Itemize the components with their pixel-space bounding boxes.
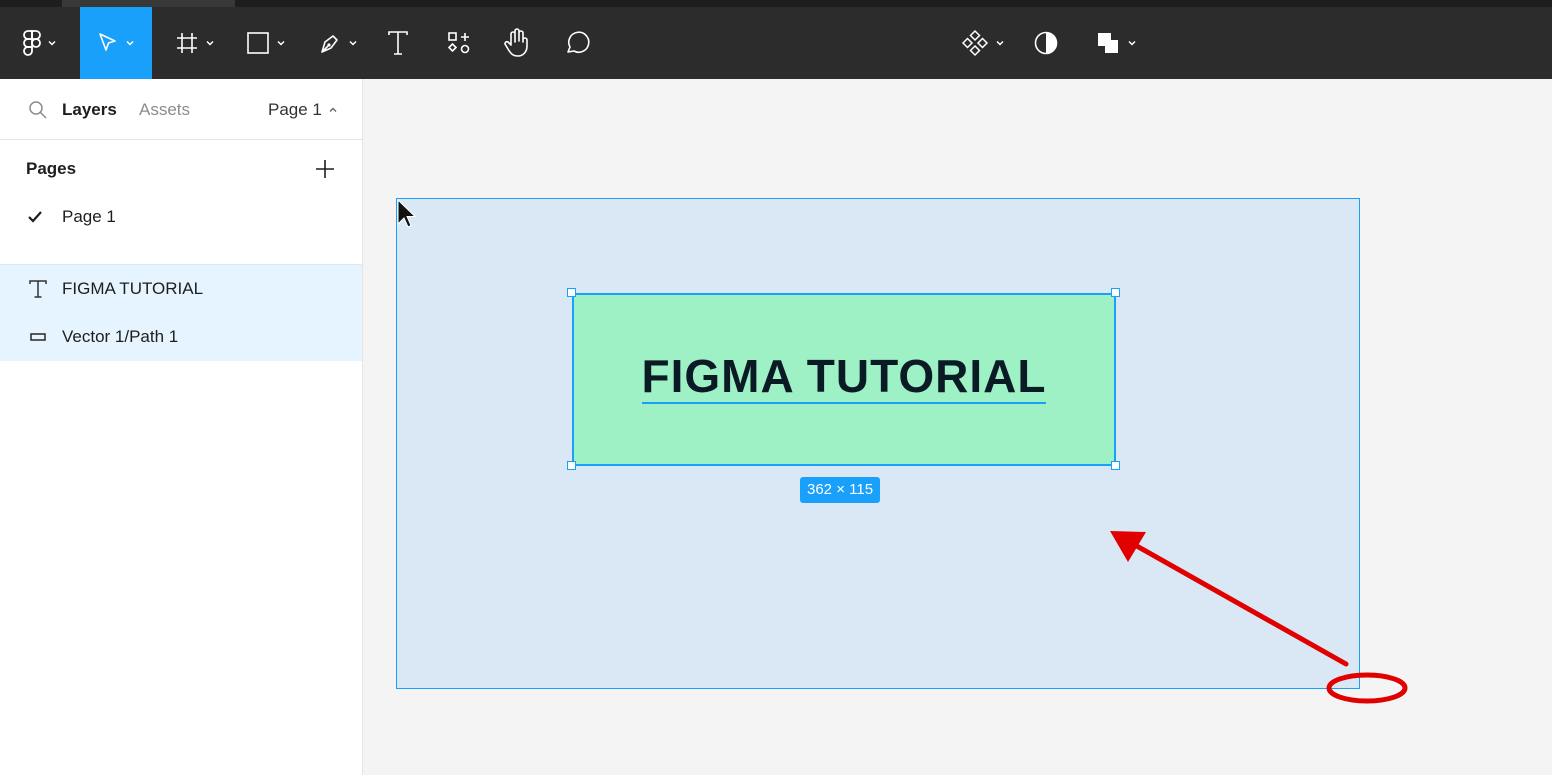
- resources-icon: [447, 32, 470, 54]
- add-page-icon[interactable]: [314, 158, 336, 180]
- canvas-text: FIGMA TUTORIAL: [641, 350, 1047, 404]
- text-icon: [29, 280, 47, 298]
- hand-tool-button[interactable]: [496, 7, 538, 79]
- comment-bubble-icon: [567, 31, 590, 54]
- mask-button[interactable]: [1026, 7, 1066, 79]
- page-selector[interactable]: Page 1: [268, 100, 338, 120]
- selected-rectangle[interactable]: FIGMA TUTORIAL: [572, 293, 1116, 466]
- frame-tool-button[interactable]: [165, 7, 225, 79]
- chevron-down-icon: [996, 40, 1004, 46]
- frame-hash-icon: [177, 33, 197, 53]
- resize-handle-top-right[interactable]: [1111, 288, 1120, 297]
- text-tool-button[interactable]: [378, 7, 418, 79]
- tab-assets[interactable]: Assets: [139, 100, 190, 120]
- layers-list: FIGMA TUTORIAL Vector 1/Path 1: [0, 264, 362, 361]
- file-tab-indicator: [62, 0, 235, 7]
- tab-layers[interactable]: Layers: [62, 100, 117, 120]
- search-icon[interactable]: [28, 100, 48, 120]
- pen-tool-button[interactable]: [308, 7, 368, 79]
- canvas-text-layer[interactable]: FIGMA TUTORIAL: [574, 349, 1114, 404]
- chevron-down-icon: [48, 40, 56, 46]
- pages-heading: Pages: [26, 159, 77, 178]
- selection-size-badge: 362 × 115: [800, 477, 881, 503]
- chevron-down-icon: [206, 40, 214, 46]
- left-panel-header: Layers Assets Page 1: [0, 79, 362, 140]
- main-menu-button[interactable]: [10, 7, 70, 79]
- chevron-down-icon: [1128, 40, 1136, 46]
- vector-rect-icon: [30, 333, 46, 341]
- layer-row-text[interactable]: FIGMA TUTORIAL: [0, 265, 362, 313]
- pen-icon: [321, 35, 338, 53]
- resources-button[interactable]: [438, 7, 480, 79]
- chevron-up-icon: [329, 107, 337, 112]
- shape-tool-button[interactable]: [236, 7, 296, 79]
- move-tool-button[interactable]: [80, 7, 152, 79]
- boolean-button[interactable]: [1088, 7, 1144, 79]
- move-cursor-icon: [99, 33, 116, 51]
- chevron-down-icon: [126, 40, 134, 46]
- page-item-page-1[interactable]: Page 1: [0, 197, 362, 237]
- hand-icon: [504, 28, 528, 57]
- resize-handle-bottom-left[interactable]: [567, 461, 576, 470]
- figma-logo-icon: [23, 30, 41, 56]
- mask-contrast-icon: [1034, 31, 1058, 55]
- chevron-down-icon: [277, 40, 285, 46]
- rectangle-icon: [247, 32, 269, 54]
- component-button[interactable]: [955, 7, 1011, 79]
- left-panel: Layers Assets Page 1 Pages Page 1 FIGMA …: [0, 79, 363, 775]
- boolean-union-icon: [1098, 33, 1118, 53]
- checkmark-icon: [28, 211, 42, 223]
- chevron-down-icon: [349, 40, 357, 46]
- resize-handle-top-left[interactable]: [567, 288, 576, 297]
- layer-row-vector[interactable]: Vector 1/Path 1: [0, 313, 362, 361]
- text-t-icon: [388, 31, 408, 55]
- resize-handle-bottom-right[interactable]: [1111, 461, 1120, 470]
- top-toolbar: [0, 0, 1552, 79]
- page-selector-label: Page 1: [268, 100, 322, 119]
- comment-tool-button[interactable]: [556, 7, 598, 79]
- component-icon: [961, 29, 989, 57]
- page-item-label: Page 1: [62, 207, 116, 226]
- layer-label: Vector 1/Path 1: [62, 327, 179, 346]
- layer-label: FIGMA TUTORIAL: [62, 279, 204, 298]
